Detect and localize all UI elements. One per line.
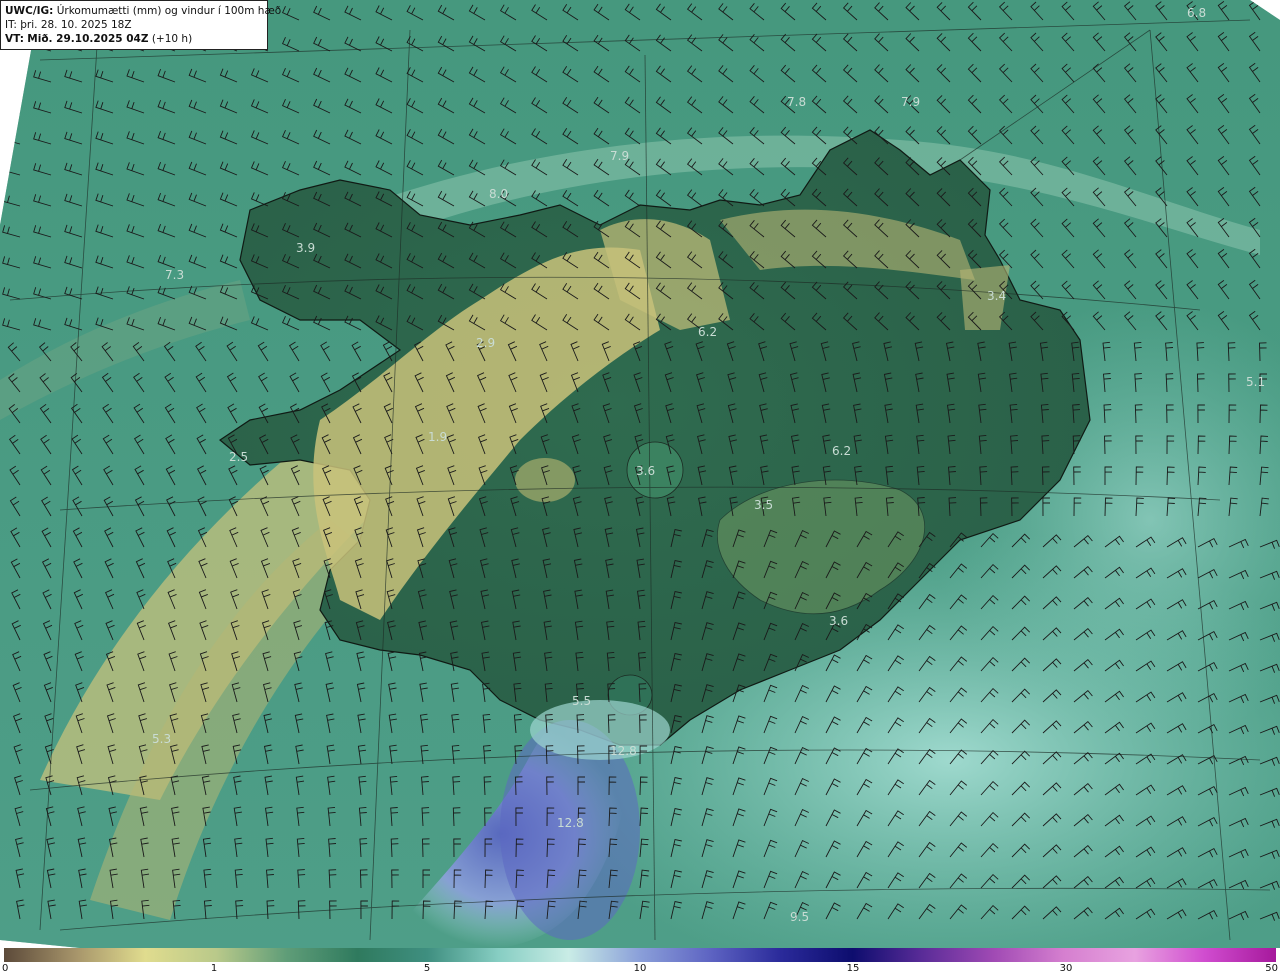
value-label: 3.5 bbox=[754, 498, 773, 512]
value-label: 7.8 bbox=[787, 95, 806, 109]
map-domain: 6.8 7.8 7.9 7.9 8.0 3.9 7.3 3.4 6.2 2.9 … bbox=[0, 0, 1280, 948]
forecast-map: 6.8 7.8 7.9 7.9 8.0 3.9 7.3 3.4 6.2 2.9 … bbox=[0, 0, 1280, 948]
colorbar-tick: 50 bbox=[1265, 963, 1278, 974]
issue-time-label: IT: bbox=[5, 19, 17, 31]
valid-time-value: Mið. 29.10.2025 04Z bbox=[27, 33, 149, 45]
valid-time-offset: (+10 h) bbox=[151, 33, 193, 45]
value-label: 12.8 bbox=[610, 744, 637, 758]
value-label: 6.2 bbox=[698, 325, 717, 339]
valid-time-label: VT: bbox=[5, 33, 24, 45]
value-label: 3.6 bbox=[829, 614, 848, 628]
colorbar-tick: 15 bbox=[846, 963, 860, 974]
value-label: 12.8 bbox=[557, 816, 584, 830]
value-label: 6.2 bbox=[832, 444, 851, 458]
colorbar-legend: 0 1 5 10 15 30 50 bbox=[0, 948, 1280, 978]
value-label: 6.8 bbox=[1187, 6, 1206, 20]
colorbar-tick: 1 bbox=[210, 963, 218, 974]
value-label: 7.9 bbox=[610, 149, 629, 163]
issue-time-line: IT: þri. 28. 10. 2025 18Z bbox=[5, 18, 263, 32]
value-label: 3.9 bbox=[296, 241, 315, 255]
value-label: 7.9 bbox=[901, 95, 920, 109]
map-title: Úrkomumætti (mm) og vindur í 100m hæð bbox=[56, 5, 282, 17]
value-label: 1.9 bbox=[428, 430, 447, 444]
value-label: 8.0 bbox=[489, 187, 508, 201]
value-label: 2.9 bbox=[476, 336, 495, 350]
colorbar-tick: 10 bbox=[633, 963, 647, 974]
forecast-info-box: UWC/IG: Úrkomumætti (mm) og vindur í 100… bbox=[0, 0, 281, 50]
value-label: 3.6 bbox=[636, 464, 655, 478]
value-label: 9.5 bbox=[790, 910, 809, 924]
title-line: UWC/IG: Úrkomumætti (mm) og vindur í 100… bbox=[5, 4, 281, 18]
colorbar-tick: 30 bbox=[1059, 963, 1073, 974]
colorbar-tick: 0 bbox=[2, 963, 9, 974]
value-label: 3.4 bbox=[987, 289, 1006, 303]
value-label: 5.5 bbox=[572, 694, 591, 708]
value-label: 7.3 bbox=[165, 268, 184, 282]
issue-time-value: þri. 28. 10. 2025 18Z bbox=[20, 19, 132, 31]
model-label: UWC/IG: bbox=[5, 5, 54, 17]
colorbar-scale bbox=[4, 948, 1276, 962]
value-label: 2.5 bbox=[229, 450, 248, 464]
value-label: 5.1 bbox=[1246, 375, 1265, 389]
colorbar-tick: 5 bbox=[423, 963, 431, 974]
value-label: 5.3 bbox=[152, 732, 171, 746]
map-canvas: 6.8 7.8 7.9 7.9 8.0 3.9 7.3 3.4 6.2 2.9 … bbox=[0, 0, 1280, 948]
valid-time-line: VT: Mið. 29.10.2025 04Z (+10 h) bbox=[5, 32, 263, 46]
